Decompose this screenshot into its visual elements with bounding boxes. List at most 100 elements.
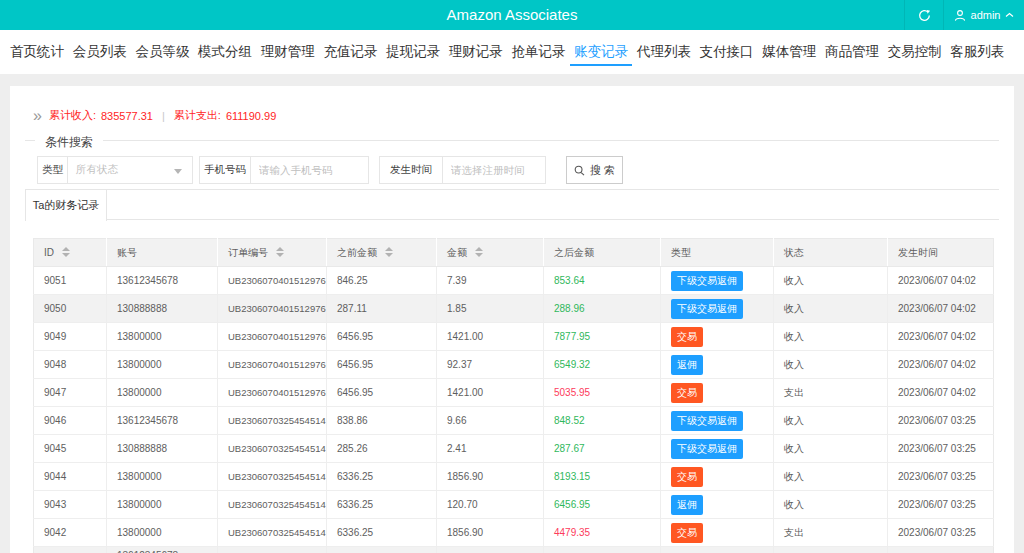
row-time: 2023/06/07 04:02 [888, 379, 994, 407]
type-group: 类型 所有状态 [37, 156, 193, 184]
nav-item-15[interactable]: 客服列表 [950, 30, 1004, 74]
row-after-amount: 848.52 [544, 407, 661, 435]
select-caret-icon [174, 169, 182, 174]
row-time: 2023/06/07 03:25 [888, 491, 994, 519]
row-cell [34, 547, 107, 553]
row-account: 13800000 [107, 323, 218, 351]
nav-item-13[interactable]: 商品管理 [825, 30, 879, 74]
time-group: 发生时间 [379, 156, 546, 184]
row-order: UB2306070325454514 [218, 435, 327, 463]
row-before-amount: 6456.95 [327, 323, 437, 351]
total-expense-label: 累计支出: [174, 108, 221, 123]
row-cell [327, 547, 437, 553]
col-header-label: 类型 [671, 247, 691, 258]
type-badge[interactable]: 交易 [671, 327, 703, 347]
type-badge[interactable]: 交易 [671, 523, 703, 543]
nav-item-11[interactable]: 支付接口 [700, 30, 754, 74]
time-input[interactable] [443, 156, 546, 184]
row-type: 交易 [661, 463, 774, 491]
chevron-up-icon [1005, 12, 1014, 18]
nav-item-14[interactable]: 交易控制 [888, 30, 942, 74]
type-badge[interactable]: 下级交易返佣 [671, 411, 743, 431]
type-badge[interactable]: 下级交易返佣 [671, 439, 743, 459]
row-order: UB2306070401512976 [218, 379, 327, 407]
nav-item-5[interactable]: 充值记录 [323, 30, 377, 74]
row-id: 9042 [34, 519, 107, 547]
nav-item-2[interactable]: 会员等级 [135, 30, 189, 74]
user-icon [954, 9, 966, 22]
row-account: 13612345678 [107, 407, 218, 435]
row-type: 下级交易返佣 [661, 267, 774, 295]
row-amount: 9.66 [437, 407, 544, 435]
table-row: 9050130888888UB2306070401512976287.111.8… [34, 295, 994, 323]
nav-item-1[interactable]: 会员列表 [73, 30, 127, 74]
table-row: 904813800000UB23060704015129766456.9592.… [34, 351, 994, 379]
type-badge[interactable]: 返佣 [671, 355, 703, 375]
sort-icon[interactable] [62, 247, 70, 257]
stats-separator: | [158, 110, 169, 122]
col-header-2[interactable]: 订单编号 [218, 239, 327, 267]
nav-item-8[interactable]: 抢单记录 [512, 30, 566, 74]
type-badge[interactable]: 交易 [671, 467, 703, 487]
row-id: 9049 [34, 323, 107, 351]
sort-icon[interactable] [475, 247, 483, 257]
col-header-label: 金额 [447, 247, 467, 258]
row-before-amount: 6336.25 [327, 491, 437, 519]
nav-item-3[interactable]: 模式分组 [198, 30, 252, 74]
search-button[interactable]: 搜 索 [566, 156, 623, 184]
nav-item-4[interactable]: 理财管理 [261, 30, 315, 74]
refresh-button[interactable] [904, 0, 944, 30]
row-status: 收入 [774, 435, 888, 463]
nav-item-0[interactable]: 首页统计 [10, 30, 64, 74]
sort-icon[interactable] [385, 247, 393, 257]
table-row: 904313800000UB23060703254545146336.25120… [34, 491, 994, 519]
table-row: 904413800000UB23060703254545146336.25185… [34, 463, 994, 491]
row-time: 2023/06/07 03:25 [888, 519, 994, 547]
row-before-amount: 287.11 [327, 295, 437, 323]
nav-item-6[interactable]: 提现记录 [386, 30, 440, 74]
type-badge[interactable]: 下级交易返佣 [671, 299, 743, 319]
sort-icon[interactable] [276, 247, 284, 257]
row-id: 9045 [34, 435, 107, 463]
row-after-amount: 853.64 [544, 267, 661, 295]
total-income-label: 累计收入: [49, 108, 96, 123]
row-account: 130888888 [107, 295, 218, 323]
col-header-0[interactable]: ID [34, 239, 107, 267]
type-badge[interactable]: 交易 [671, 383, 703, 403]
col-header-label: 订单编号 [228, 247, 268, 258]
nav-item-7[interactable]: 理财记录 [449, 30, 503, 74]
col-header-4[interactable]: 金额 [437, 239, 544, 267]
type-badge[interactable]: 返佣 [671, 495, 703, 515]
phone-group: 手机号码 [199, 156, 369, 184]
row-amount: 120.70 [437, 491, 544, 519]
row-after-amount: 288.96 [544, 295, 661, 323]
row-type: 下级交易返佣 [661, 435, 774, 463]
nav-item-9[interactable]: 账变记录 [574, 30, 628, 74]
col-header-3[interactable]: 之前金额 [327, 239, 437, 267]
row-after-amount: 4479.35 [544, 519, 661, 547]
col-header-label: ID [44, 247, 54, 258]
phone-input[interactable] [251, 156, 369, 184]
table-row: 904613612345678UB2306070325454514838.869… [34, 407, 994, 435]
table-row-partial: 13612345678 [34, 547, 994, 553]
row-time: 2023/06/07 04:02 [888, 351, 994, 379]
row-id: 9044 [34, 463, 107, 491]
user-menu[interactable]: admin [944, 0, 1024, 30]
row-id: 9051 [34, 267, 107, 295]
row-id: 9046 [34, 407, 107, 435]
nav-item-12[interactable]: 媒体管理 [762, 30, 816, 74]
tab-financial-records[interactable]: Ta的财务记录 [25, 190, 107, 221]
total-expense-value: 611190.99 [226, 110, 276, 122]
type-badge[interactable]: 下级交易返佣 [671, 271, 743, 291]
row-id: 9048 [34, 351, 107, 379]
row-type: 交易 [661, 379, 774, 407]
row-order: UB2306070401512976 [218, 323, 327, 351]
row-amount: 1421.00 [437, 323, 544, 351]
type-select[interactable]: 所有状态 [68, 156, 193, 184]
page: Amazon Associates admin 首页统计会员列表会员等级模式分 [0, 0, 1024, 553]
row-before-amount: 6336.25 [327, 463, 437, 491]
row-cell [774, 547, 888, 553]
table-row: 904913800000UB23060704015129766456.95142… [34, 323, 994, 351]
row-status: 收入 [774, 407, 888, 435]
nav-item-10[interactable]: 代理列表 [637, 30, 691, 74]
